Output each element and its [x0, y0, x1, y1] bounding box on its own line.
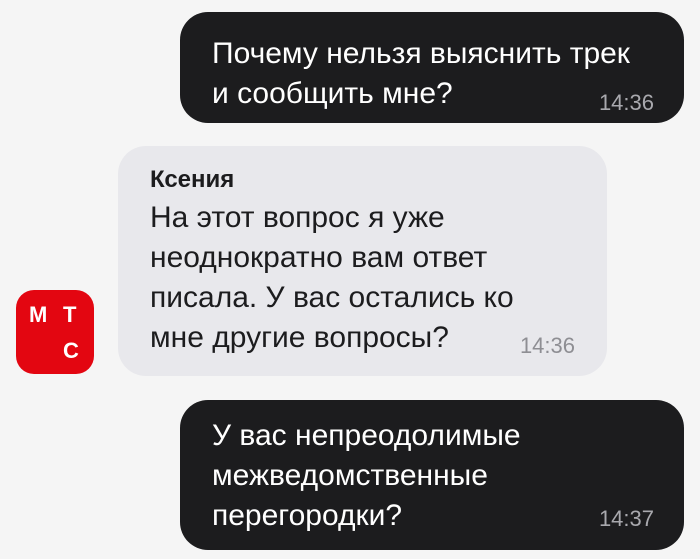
- message-text: У вас непреодолимые межведомственные пер…: [212, 419, 521, 532]
- outgoing-message[interactable]: Почему нельзя выяснить трек и сообщить м…: [180, 12, 684, 123]
- sender-name: Ксения: [150, 166, 235, 193]
- avatar-letter-t: Т: [63, 302, 77, 327]
- incoming-message[interactable]: Ксения На этот вопрос я уже неоднократно…: [118, 146, 607, 376]
- message-text: Почему нельзя выяснить трек и сообщить м…: [212, 37, 630, 110]
- sender-avatar[interactable]: М Т С: [16, 290, 94, 374]
- avatar-letter-s: С: [63, 338, 79, 363]
- message-text: На этот вопрос я уже неоднократно вам от…: [150, 201, 514, 354]
- outgoing-message[interactable]: У вас непреодолимые межведомственные пер…: [180, 400, 684, 550]
- avatar-letter-m: М: [29, 302, 48, 327]
- message-time: 14:37: [598, 506, 654, 531]
- message-time: 14:36: [519, 333, 575, 358]
- message-time: 14:36: [598, 90, 654, 115]
